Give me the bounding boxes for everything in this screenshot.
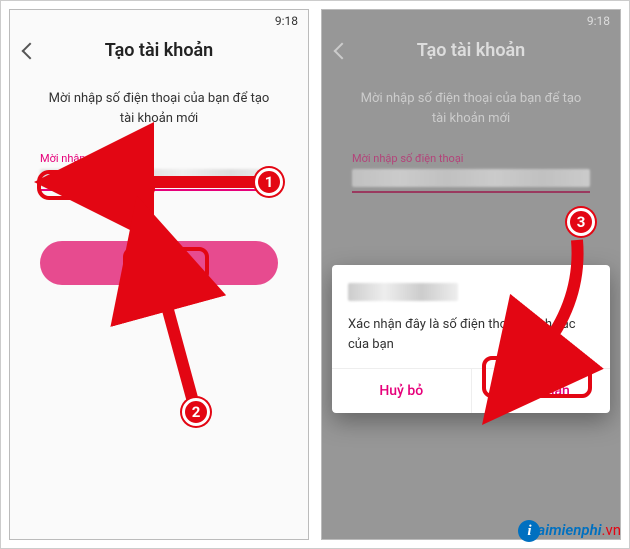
input-underline <box>352 191 590 193</box>
phone-value-redacted <box>352 169 590 187</box>
page-title: Tạo tài khoản <box>336 40 606 61</box>
cancel-button-label: Huỷ bỏ <box>379 383 423 399</box>
annotation-badge-2: 2 <box>182 398 210 426</box>
phone-field-label: Mời nhập số điện thoại <box>352 152 590 165</box>
continue-button[interactable]: Tiếp tục <box>40 241 278 285</box>
confirm-button-label: Xác nhận <box>512 383 570 399</box>
annotation-arrow-2 <box>140 268 220 412</box>
phone-field-label: Mời nhập số điện thoại <box>40 152 278 165</box>
status-bar: 9:18 <box>10 10 308 32</box>
watermark-suffix: .vn <box>601 521 621 539</box>
status-time: 9:18 <box>587 14 610 28</box>
phone-screen-left: 9:18 Tạo tài khoản Mời nhập số điện thoạ… <box>9 9 309 540</box>
cancel-button[interactable]: Huỷ bỏ <box>332 369 472 413</box>
dialog-actions: Huỷ bỏ Xác nhận <box>332 368 610 413</box>
page-title: Tạo tài khoản <box>24 40 294 61</box>
page-subtitle: Mời nhập số điện thoại của bạn để tạo tà… <box>322 75 620 152</box>
phone-screen-right: 9:18 Tạo tài khoản Mời nhập số điện thoạ… <box>321 9 621 540</box>
status-time: 9:18 <box>275 14 298 28</box>
watermark-brand: aimienphi <box>537 521 601 539</box>
dialog-message: Xác nhận đây là số điện thoại chính xác … <box>348 315 594 354</box>
confirm-button[interactable]: Xác nhận <box>472 369 611 413</box>
annotation-badge-3: 3 <box>567 208 595 236</box>
watermark: iaimienphi.vn <box>518 520 621 542</box>
confirm-dialog: Xác nhận đây là số điện thoại chính xác … <box>332 265 610 413</box>
continue-button-label: Tiếp tục <box>132 254 186 272</box>
app-header: Tạo tài khoản <box>10 32 308 75</box>
status-bar: 9:18 <box>322 10 620 32</box>
app-header: Tạo tài khoản <box>322 32 620 75</box>
page-subtitle: Mời nhập số điện thoại của bạn để tạo tà… <box>10 75 308 152</box>
dialog-phone-redacted <box>348 283 458 301</box>
